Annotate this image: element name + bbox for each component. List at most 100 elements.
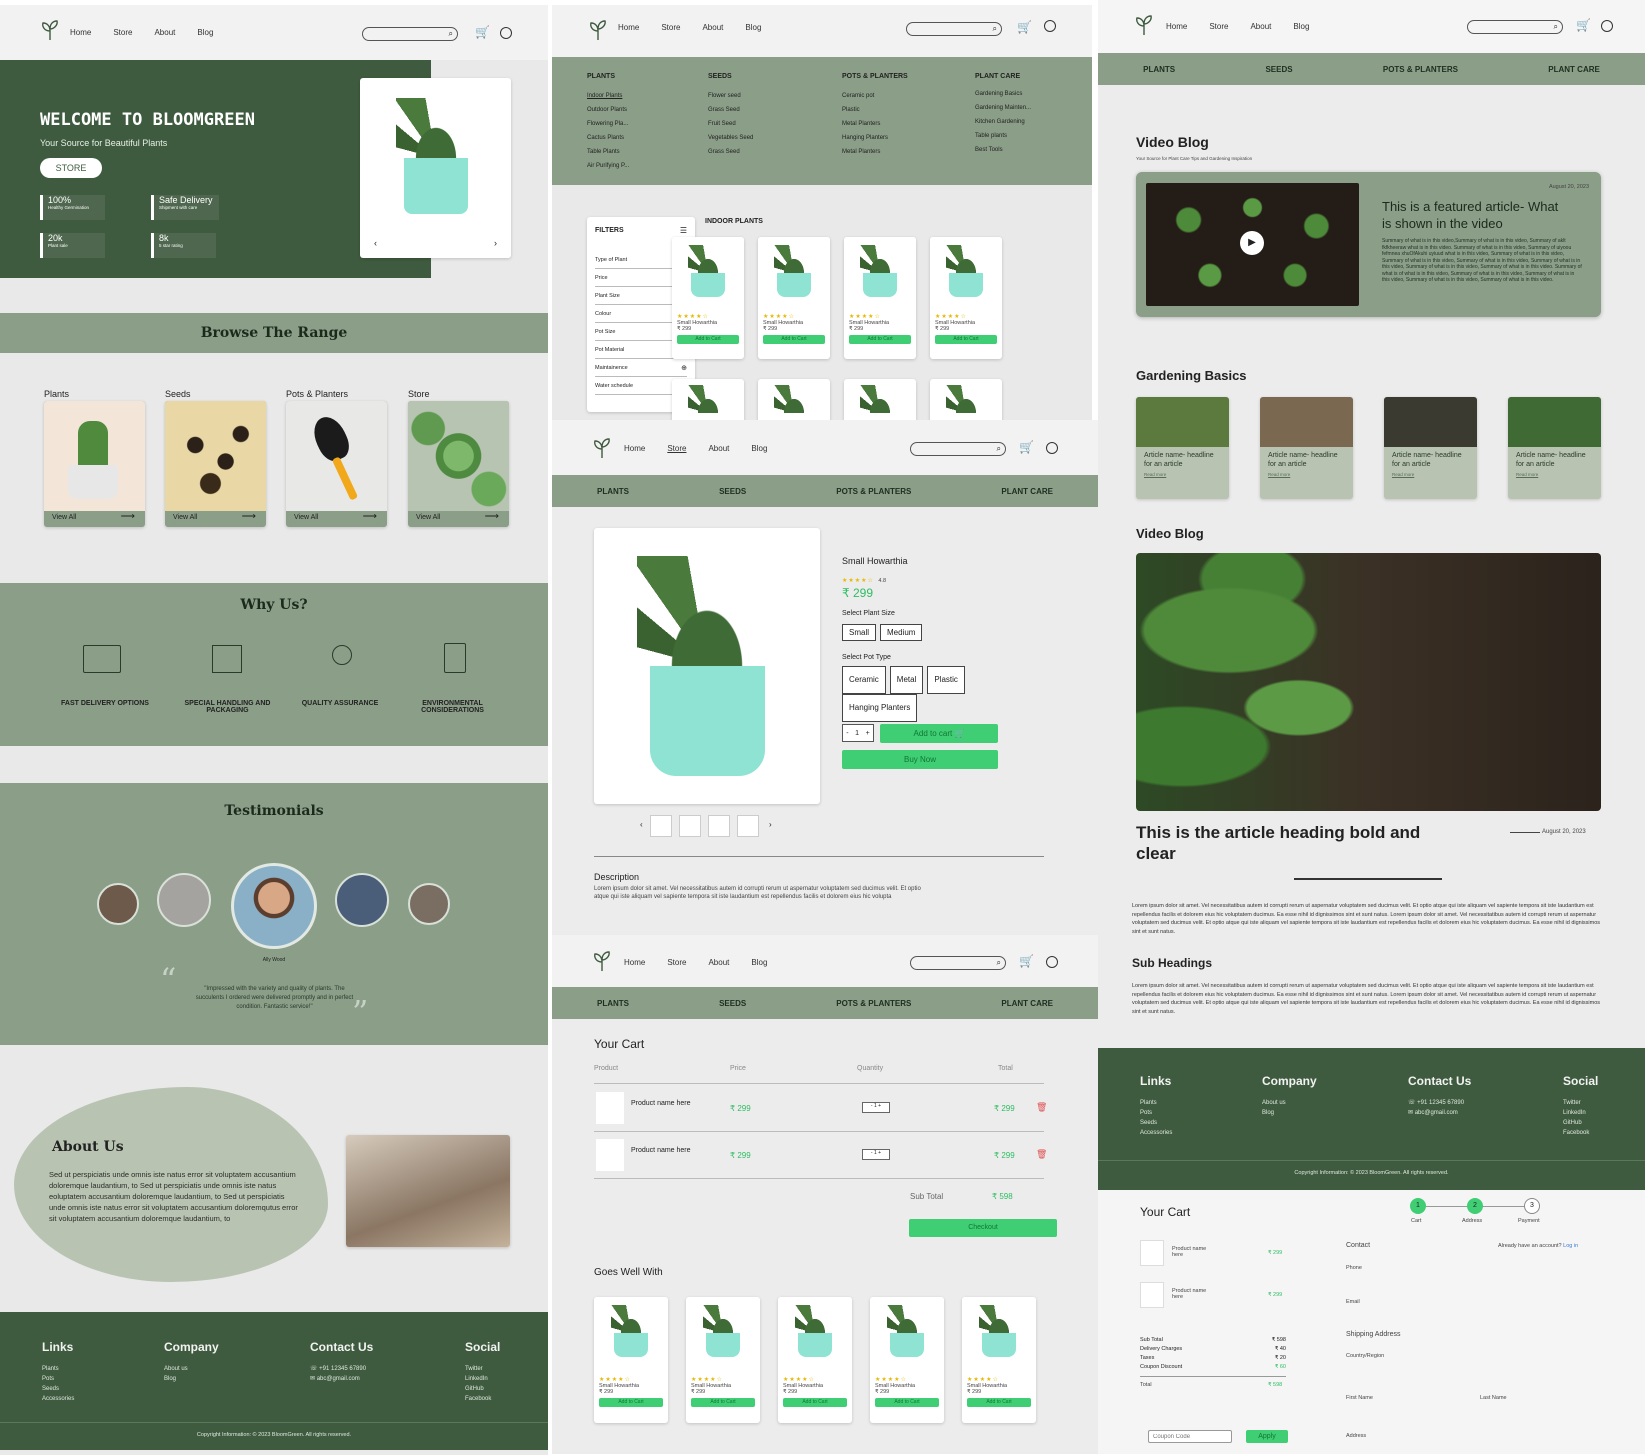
article-card[interactable]: Article name- headline for an article Re… [1260,397,1353,499]
article-card[interactable]: Article name- headline for an article Re… [1508,397,1601,499]
browse-card-pots[interactable]: View All ⟶ [286,401,387,527]
nav-blog[interactable]: Blog [751,958,767,967]
footer-link[interactable]: Seeds [1140,1118,1172,1128]
first-name-field[interactable]: First Name [1346,1386,1464,1404]
product-card[interactable]: ★★★★☆ Small Howarthia ₹ 299 Add to Cart [870,1297,944,1423]
thumbnail-prev-icon[interactable]: ‹ [640,820,643,829]
search-input[interactable]: ⌕ [906,22,1002,36]
menu-item[interactable]: Kitchen Gardening [975,115,1031,129]
category-tab[interactable]: SEEDS [719,487,746,496]
nav-home[interactable]: Home [70,28,91,37]
menu-item[interactable]: Best Tools [975,143,1031,157]
thumbnail-next-icon[interactable]: › [769,820,772,829]
thumbnail[interactable] [737,815,759,837]
category-tab[interactable]: PLANTS [597,999,629,1008]
product-card[interactable]: ★★★★☆ Small Howarthia ₹ 299 Add to Cart [962,1297,1036,1423]
nav-about[interactable]: About [1250,22,1271,31]
pot-option[interactable]: Plastic [927,666,965,694]
menu-item[interactable]: Gardening Mainten... [975,101,1031,115]
nav-store[interactable]: Store [113,28,132,37]
menu-item[interactable]: Outdoor Plants [587,103,629,117]
size-option[interactable]: Medium [880,624,923,641]
menu-item[interactable]: Grass Seed [708,145,753,159]
add-to-cart-button[interactable]: Add to Cart [783,1398,847,1407]
add-to-cart-button[interactable]: Add to Cart [691,1398,755,1407]
footer-link[interactable]: Seeds [42,1384,74,1394]
nav-store[interactable]: Store [661,23,680,32]
product-card[interactable] [758,379,830,420]
linkedin-link[interactable]: LinkedIn [1563,1108,1598,1118]
browse-card-store[interactable]: View All ⟶ [408,401,509,527]
cart-icon[interactable]: 🛒 [1019,954,1034,968]
avatar[interactable] [97,883,139,925]
login-link[interactable]: Log in [1563,1243,1578,1249]
footer-phone[interactable]: +91 12345 67890 [319,1366,366,1372]
cart-icon[interactable]: 🛒 [1019,440,1034,454]
avatar[interactable] [335,873,389,927]
twitter-link[interactable]: Twitter [1563,1098,1598,1108]
footer-link[interactable]: Pots [42,1374,74,1384]
view-all-link[interactable]: View All [294,514,318,521]
article-card[interactable]: Article name- headline for an article Re… [1136,397,1229,499]
add-to-cart-button[interactable]: Add to Cart [599,1398,663,1407]
menu-item[interactable]: Grass Seed [708,103,753,117]
carousel-next-icon[interactable]: › [494,238,497,248]
product-card[interactable]: ★★★★☆ Small Howarthia ₹ 299 Add to Cart [844,237,916,359]
footer-email[interactable]: abc@gmail.com [317,1376,360,1382]
view-all-link[interactable]: View All [416,514,440,521]
product-card[interactable] [930,379,1002,420]
menu-item[interactable]: Vegetables Seed [708,131,753,145]
menu-item[interactable]: Gardening Basics [975,87,1031,101]
nav-home[interactable]: Home [624,958,645,967]
twitter-link[interactable]: Twitter [465,1364,500,1374]
pot-option[interactable]: Ceramic [842,666,886,694]
checkout-button[interactable]: Checkout [909,1219,1057,1237]
size-option[interactable]: Small [842,624,877,641]
thumbnail[interactable] [650,815,672,837]
footer-link[interactable]: Accessories [1140,1128,1172,1138]
sliders-icon[interactable]: ☰ [680,226,687,235]
nav-blog[interactable]: Blog [751,444,767,453]
add-to-cart-button[interactable]: Add to Cart [875,1398,939,1407]
thumbnail[interactable] [679,815,701,837]
browse-card-seeds[interactable]: View All ⟶ [165,401,266,527]
product-card[interactable]: ★★★★☆ Small Howarthia ₹ 299 Add to Cart [930,237,1002,359]
quantity-stepper[interactable]: - 1 + [862,1149,890,1160]
leaf-logo-icon[interactable] [592,950,612,972]
search-input[interactable]: ⌕ [362,27,458,41]
menu-item[interactable]: Flower seed [708,89,753,103]
phone-field[interactable]: Phone [1346,1256,1602,1274]
leaf-logo-icon[interactable] [592,437,612,459]
search-input[interactable]: ⌕ [1467,20,1563,34]
leaf-logo-icon[interactable] [40,19,60,41]
store-button[interactable]: STORE [40,158,102,178]
nav-about[interactable]: About [154,28,175,37]
menu-item[interactable]: Hanging Planters [842,131,908,145]
search-input[interactable]: ⌕ [910,442,1006,456]
menu-item[interactable]: Flowering Pla... [587,117,629,131]
footer-link[interactable]: Plants [42,1364,74,1374]
menu-item[interactable]: Fruit Seed [708,117,753,131]
add-to-cart-button[interactable]: Add to Cart [967,1398,1031,1407]
user-icon[interactable] [1046,442,1058,454]
category-tab[interactable]: SEEDS [719,999,746,1008]
user-icon[interactable] [1044,20,1056,32]
menu-item[interactable]: Table plants [975,129,1031,143]
nav-about[interactable]: About [708,958,729,967]
play-icon[interactable]: ▶ [1240,231,1264,255]
product-card[interactable]: ★★★★☆ Small Howarthia ₹ 299 Add to Cart [672,237,744,359]
category-tab[interactable]: POTS & PLANTERS [1383,65,1458,74]
add-to-cart-button[interactable]: Add to Cart [677,335,739,344]
menu-item[interactable]: Ceramic pot [842,89,908,103]
category-tab[interactable]: POTS & PLANTERS [836,999,911,1008]
thumbnail[interactable] [708,815,730,837]
product-card[interactable]: ★★★★☆ Small Howarthia ₹ 299 Add to Cart [758,237,830,359]
add-to-cart-button[interactable]: Add to cart 🛒 [880,724,998,743]
github-link[interactable]: GitHub [465,1384,500,1394]
minus-icon[interactable]: - [846,730,848,737]
buy-now-button[interactable]: Buy Now [842,750,998,769]
menu-item[interactable]: Metal Planters [842,117,908,131]
nav-blog[interactable]: Blog [1293,22,1309,31]
step-payment[interactable]: 3 [1524,1198,1540,1214]
nav-home[interactable]: Home [1166,22,1187,31]
